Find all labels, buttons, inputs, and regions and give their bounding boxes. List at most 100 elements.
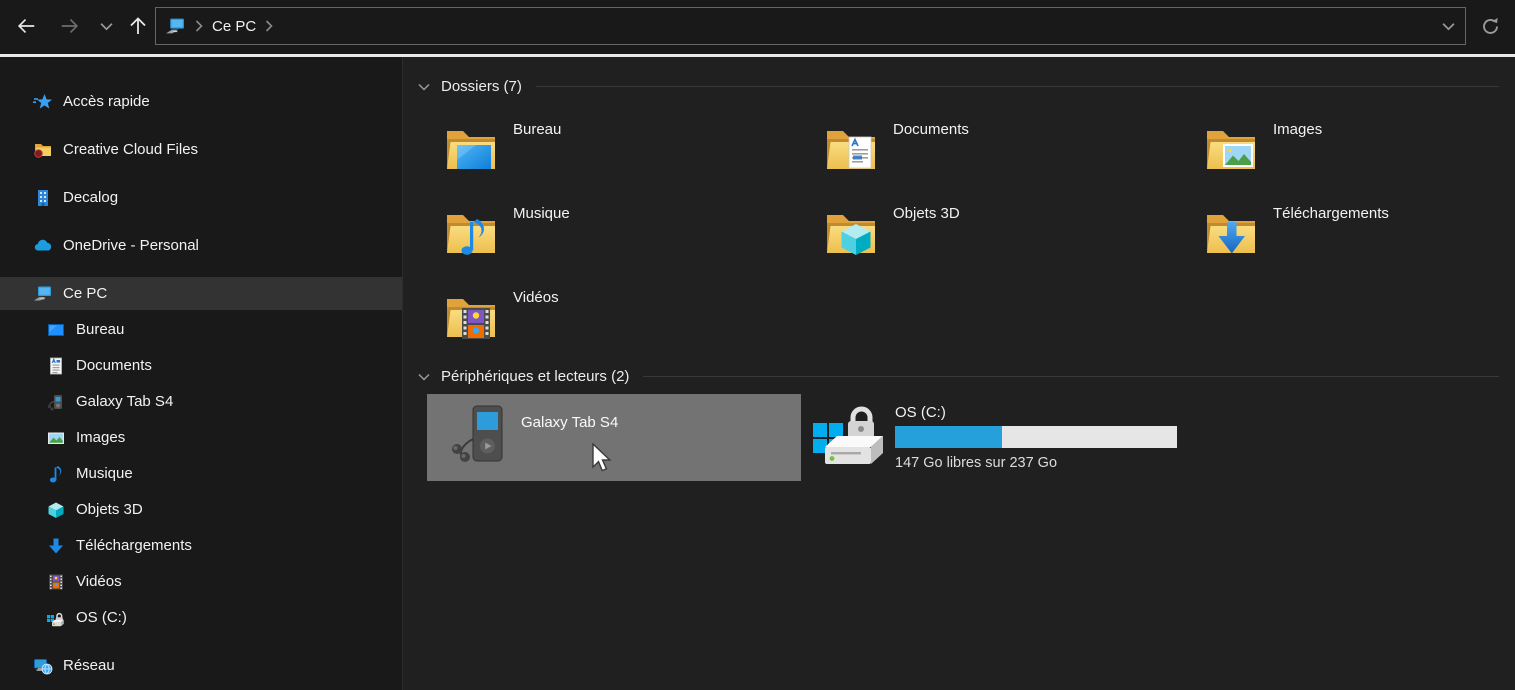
folder-tile-objets-3d[interactable]: Objets 3D [807,193,1181,273]
sidebar-item-label: Réseau [63,657,115,674]
up-button[interactable] [120,0,156,52]
folder-desktop-icon [443,119,499,179]
folder-tile-label: Vidéos [513,277,559,357]
folder-tile-bureau[interactable]: Bureau [427,109,801,189]
sidebar-item-label: Creative Cloud Files [63,141,198,158]
chevron-right-icon[interactable] [265,20,273,32]
section-divider [536,86,1499,87]
navigation-pane: Accès rapide Creative Cloud Files Decalo… [0,57,403,690]
breadcrumb: Ce PC [165,16,273,37]
breadcrumb-location[interactable]: Ce PC [212,18,256,35]
folder-tile-label: Documents [893,109,969,189]
refresh-button[interactable] [1469,7,1511,45]
sidebar-item-onedrive[interactable]: OneDrive - Personal [0,229,402,262]
sidebar-item-musique[interactable]: Musique [0,457,402,490]
folder-tile-videos[interactable]: Vidéos [427,277,801,357]
chevron-down-icon[interactable] [417,370,431,384]
folder-tile-musique[interactable]: Musique [427,193,801,273]
building-icon [33,188,53,208]
chevron-down-icon [1442,22,1455,31]
forward-button[interactable] [50,0,90,52]
sidebar-item-label: Documents [76,357,152,374]
device-tile-galaxy-tab-s4[interactable]: Galaxy Tab S4 [427,394,801,481]
folder-tile-label: Images [1273,109,1322,189]
recent-locations-button[interactable] [92,0,120,52]
section-header-folders: Dossiers (7) [415,71,1499,101]
section-title: Dossiers (7) [441,78,522,95]
document-icon [46,356,66,376]
sidebar-item-reseau[interactable]: Réseau [0,649,402,682]
sidebar-item-os-c[interactable]: OS (C:) [0,601,402,634]
sidebar-item-label: Bureau [76,321,124,338]
file-explorer-window: { "breadcrumb": { "location": "Ce PC" },… [0,0,1515,690]
folder-tile-label: Bureau [513,109,561,189]
onedrive-cloud-icon [33,236,53,256]
refresh-icon [1480,16,1501,37]
drive-title: OS (C:) [895,404,1177,421]
creative-cloud-folder-icon [33,140,53,160]
sidebar-item-quick-access[interactable]: Accès rapide [0,85,402,118]
sidebar-item-telechargements[interactable]: Téléchargements [0,529,402,562]
back-button[interactable] [6,0,46,52]
mouse-cursor [592,443,612,473]
sidebar-item-label: Accès rapide [63,93,150,110]
folder-tile-label: Objets 3D [893,193,960,273]
address-bar[interactable]: Ce PC [155,7,1466,45]
drive-info: OS (C:) 147 Go libres sur 237 Go [895,394,1177,481]
cube-icon [46,500,66,520]
sidebar-item-creative-cloud-files[interactable]: Creative Cloud Files [0,133,402,166]
sidebar-item-decalog[interactable]: Decalog [0,181,402,214]
folder-videos-icon [443,287,499,347]
sidebar-item-galaxy-tab-s4[interactable]: Galaxy Tab S4 [0,385,402,418]
media-player-icon [46,392,66,412]
folder-3d-objects-icon [823,203,879,263]
folder-documents-icon [823,119,879,179]
folder-tile-label: Musique [513,193,570,273]
sidebar-item-label: Vidéos [76,573,122,590]
computer-icon [165,16,186,37]
folder-pictures-icon [1203,119,1259,179]
sidebar-item-label: Musique [76,465,133,482]
hard-drive-icon [46,608,66,628]
folder-tile-images[interactable]: Images [1187,109,1515,189]
drive-tile-os-c[interactable]: OS (C:) 147 Go libres sur 237 Go [807,394,1181,481]
folder-tile-documents[interactable]: Documents [807,109,1181,189]
film-icon [46,572,66,592]
forward-arrow-icon [57,15,83,37]
section-divider [643,376,1499,377]
address-dropdown-button[interactable] [1431,8,1465,44]
disk-usage-bar [895,426,1177,448]
folder-tile-label: Téléchargements [1273,193,1389,273]
sidebar-item-label: Decalog [63,189,118,206]
quick-access-star-icon [33,92,53,112]
folders-grid: Bureau Documents Images Musique Objets 3 [427,109,1499,361]
sidebar-item-videos[interactable]: Vidéos [0,565,402,598]
section-title: Périphériques et lecteurs (2) [441,368,629,385]
sidebar-item-objets-3d[interactable]: Objets 3D [0,493,402,526]
sidebar-item-label: OS (C:) [76,609,127,626]
sidebar-item-label: Ce PC [63,285,107,302]
up-arrow-icon [126,14,150,38]
drive-usage-text: 147 Go libres sur 237 Go [895,455,1177,471]
toolbar: Ce PC [0,0,1515,57]
sidebar-item-label: Téléchargements [76,537,192,554]
devices-grid: Galaxy Tab S4 OS (C:) [427,394,1499,481]
sidebar-item-label: Objets 3D [76,501,143,518]
folder-music-icon [443,203,499,263]
chevron-right-icon[interactable] [195,20,203,32]
folder-tile-telechargements[interactable]: Téléchargements [1187,193,1515,273]
chevron-down-icon[interactable] [417,80,431,94]
sidebar-item-documents[interactable]: Documents [0,349,402,382]
desktop-icon [46,320,66,340]
sidebar-item-images[interactable]: Images [0,421,402,454]
section-header-devices: Périphériques et lecteurs (2) [415,361,1499,391]
network-icon [33,656,53,676]
file-list-pane: Dossiers (7) Bureau Documents Images [403,57,1515,690]
disk-usage-fill [895,426,1002,448]
sidebar-item-bureau[interactable]: Bureau [0,313,402,346]
sidebar-item-label: OneDrive - Personal [63,237,199,254]
sidebar-item-ce-pc[interactable]: Ce PC [0,277,402,310]
sidebar-item-label: Images [76,429,125,446]
media-player-icon [449,401,507,473]
folder-downloads-icon [1203,203,1259,263]
